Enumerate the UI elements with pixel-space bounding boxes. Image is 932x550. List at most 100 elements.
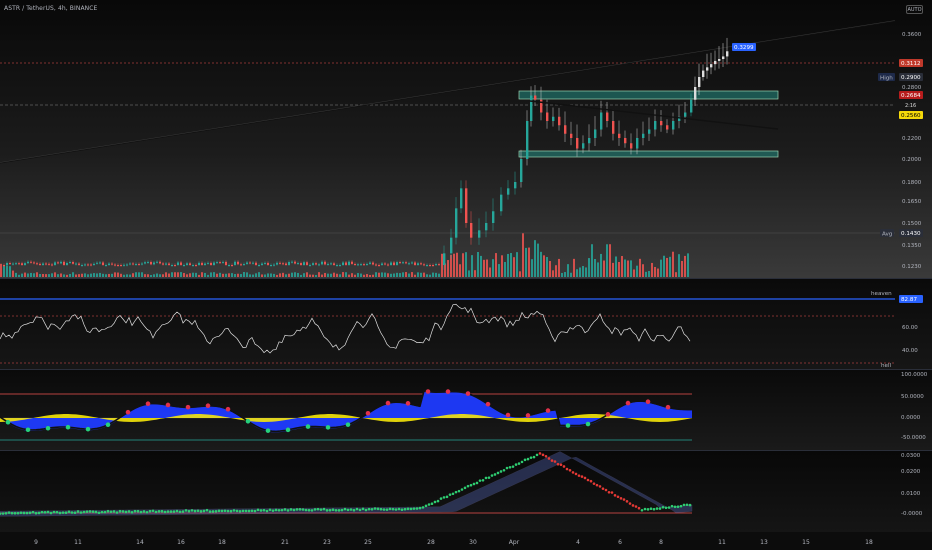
osc-dot[interactable] — [229, 509, 233, 513]
volume-bar[interactable] — [627, 260, 629, 277]
resistance-zone-box[interactable] — [518, 90, 779, 100]
volume-bar[interactable] — [69, 273, 71, 277]
candle-body[interactable] — [378, 265, 380, 266]
volume-bar[interactable] — [687, 253, 689, 277]
volume-bar[interactable] — [588, 258, 590, 277]
candle-body[interactable] — [360, 264, 362, 266]
osc-dot[interactable] — [328, 508, 332, 512]
candle-body[interactable] — [618, 133, 621, 138]
volume-bar[interactable] — [615, 256, 617, 277]
candle-body[interactable] — [255, 262, 257, 265]
volume-bar[interactable] — [498, 264, 500, 277]
candle-body[interactable] — [478, 230, 481, 238]
osc-dot[interactable] — [7, 511, 11, 514]
volume-bar[interactable] — [531, 259, 533, 277]
volume-bar[interactable] — [471, 255, 473, 277]
volume-bar[interactable] — [219, 272, 221, 277]
candle-body[interactable] — [24, 263, 26, 265]
candle-body[interactable] — [228, 265, 230, 266]
osc-dot[interactable] — [466, 484, 470, 488]
candle-body[interactable] — [339, 265, 341, 266]
volume-bar[interactable] — [678, 254, 680, 277]
candle-body[interactable] — [455, 208, 458, 238]
candle-body[interactable] — [660, 121, 663, 126]
osc-dot[interactable] — [334, 509, 338, 512]
osc-dot[interactable] — [325, 509, 329, 512]
osc-dot[interactable] — [430, 502, 434, 506]
candle-body[interactable] — [132, 263, 134, 265]
osc-dot[interactable] — [658, 507, 662, 510]
volume-bar[interactable] — [600, 253, 602, 277]
osc-dot[interactable] — [292, 508, 296, 512]
volume-bar[interactable] — [504, 261, 506, 277]
volume-bar[interactable] — [468, 270, 470, 277]
volume-bar[interactable] — [666, 257, 668, 277]
volume-bar[interactable] — [237, 273, 239, 277]
osc-dot[interactable] — [385, 508, 389, 511]
volume-bar[interactable] — [612, 262, 614, 277]
candle-body[interactable] — [435, 264, 437, 266]
volume-bar[interactable] — [291, 272, 293, 277]
volume-bar[interactable] — [264, 274, 266, 277]
volume-bar[interactable] — [351, 273, 353, 277]
volume-bar[interactable] — [540, 251, 542, 277]
osc-dot[interactable] — [598, 485, 602, 488]
volume-bar[interactable] — [6, 265, 8, 277]
osc-dot[interactable] — [55, 510, 59, 514]
osc-dot[interactable] — [106, 509, 110, 513]
volume-bar[interactable] — [150, 274, 152, 277]
candle-body[interactable] — [546, 112, 549, 122]
osc-dot[interactable] — [562, 465, 566, 468]
osc-dot[interactable] — [241, 509, 245, 513]
candle-body[interactable] — [414, 262, 416, 265]
osc-dot[interactable] — [526, 457, 530, 461]
osc-dot[interactable] — [112, 510, 116, 513]
candle-body[interactable] — [90, 264, 92, 266]
volume-bar[interactable] — [645, 271, 647, 277]
candle-body[interactable] — [384, 263, 386, 265]
volume-bar[interactable] — [549, 261, 551, 277]
volume-bar[interactable] — [243, 272, 245, 277]
volume-bar[interactable] — [585, 267, 587, 277]
osc-dot[interactable] — [157, 509, 161, 513]
volume-bar[interactable] — [276, 274, 278, 277]
volume-bar[interactable] — [249, 274, 251, 277]
osc-dot[interactable] — [58, 511, 62, 515]
candle-body[interactable] — [45, 263, 47, 265]
osc-dot[interactable] — [85, 510, 89, 513]
candle-body[interactable] — [237, 261, 239, 265]
osc-dot[interactable] — [679, 504, 683, 508]
osc-dot[interactable] — [445, 495, 449, 499]
osc-cloud-band[interactable] — [0, 451, 693, 517]
volume-bar[interactable] — [303, 273, 305, 277]
osc-dot[interactable] — [295, 508, 299, 511]
wave-cross-dot[interactable] — [305, 424, 311, 429]
osc-dot[interactable] — [43, 511, 47, 514]
volume-bar[interactable] — [60, 273, 62, 277]
volume-bar[interactable] — [369, 274, 371, 277]
osc-dot[interactable] — [1, 512, 5, 515]
candle-body[interactable] — [153, 262, 155, 265]
osc-dot[interactable] — [610, 491, 614, 494]
candle-body[interactable] — [114, 264, 116, 266]
osc-dot[interactable] — [199, 510, 203, 513]
osc-dot[interactable] — [205, 508, 209, 512]
osc-dot[interactable] — [532, 455, 536, 459]
rsi-canvas[interactable]: heaven82.8760.0040.00hell — [0, 279, 932, 369]
candle-body[interactable] — [198, 262, 200, 265]
candle-body[interactable] — [564, 125, 567, 134]
osc-dot[interactable] — [487, 476, 491, 479]
osc-dot[interactable] — [31, 510, 35, 514]
volume-bar[interactable] — [495, 253, 497, 277]
osc-dot[interactable] — [481, 479, 485, 482]
wave-cross-dot[interactable] — [105, 422, 111, 428]
candle-body[interactable] — [183, 265, 185, 266]
volume-bar[interactable] — [171, 272, 173, 277]
osc-dot[interactable] — [151, 509, 155, 513]
osc-dot[interactable] — [313, 508, 317, 511]
candle-body[interactable] — [51, 264, 53, 266]
volume-bar[interactable] — [636, 265, 638, 277]
candle-body[interactable] — [252, 262, 254, 264]
osc-dot[interactable] — [358, 508, 362, 512]
osc-dot[interactable] — [217, 509, 221, 513]
